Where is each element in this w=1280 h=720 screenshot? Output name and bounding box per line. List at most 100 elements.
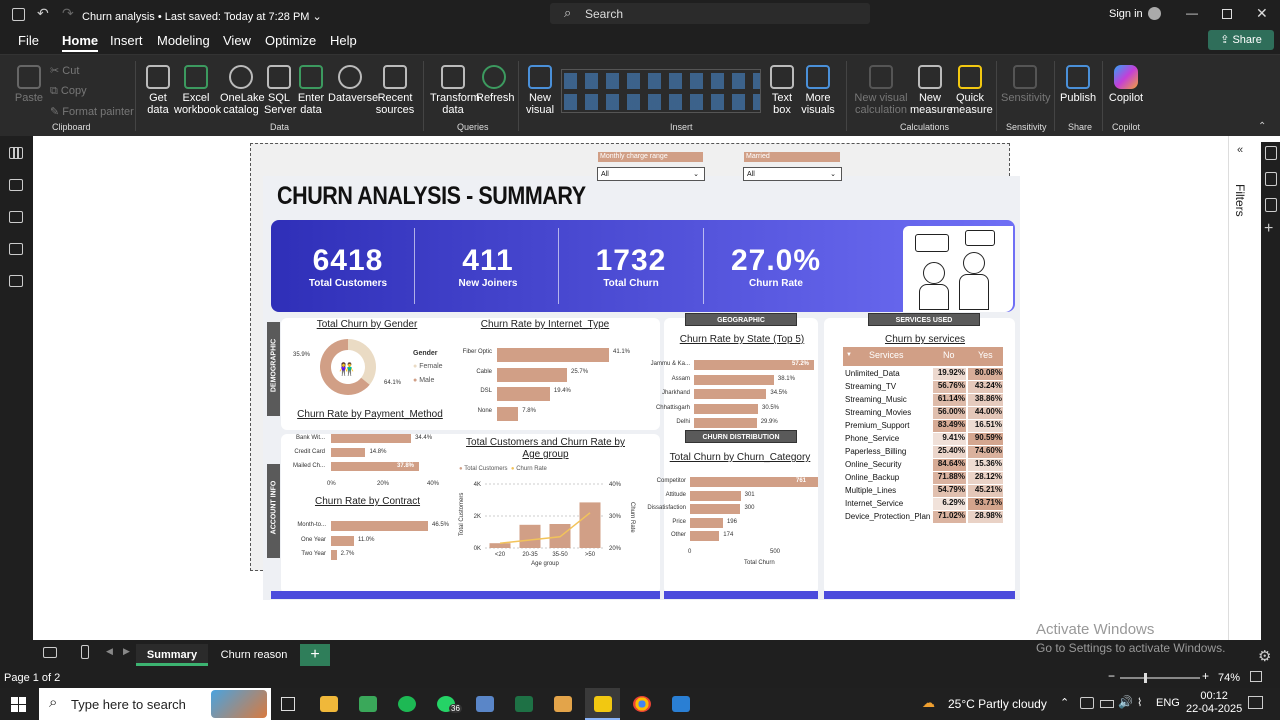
text-box-button[interactable]: Text box: [768, 65, 796, 116]
bar[interactable]: [497, 367, 568, 382]
services-row[interactable]: Phone_Service 9.41% 90.59%: [843, 433, 1003, 446]
volume-icon[interactable]: 🔊: [1118, 695, 1133, 709]
services-row[interactable]: Online_Backup 71.88% 28.12%: [843, 472, 1003, 485]
wifi-icon[interactable]: ⌇: [1137, 696, 1142, 709]
menu-modeling[interactable]: Modeling: [157, 33, 210, 48]
zoom-out-icon[interactable]: −: [1108, 669, 1115, 683]
age-bar[interactable]: [579, 502, 601, 548]
services-row[interactable]: Streaming_Movies 56.00% 44.00%: [843, 407, 1003, 420]
sql-server-button[interactable]: SQL Server: [264, 65, 296, 116]
services-row[interactable]: Internet_Service 6.29% 93.71%: [843, 498, 1003, 511]
menu-file[interactable]: File: [18, 33, 39, 48]
age-bar[interactable]: [489, 543, 511, 548]
onelake-catalog-button[interactable]: OneLake catalog: [220, 65, 265, 116]
new-visual-button[interactable]: New visual: [525, 65, 555, 116]
churn-rate-line[interactable]: [499, 512, 591, 544]
visuals-gallery[interactable]: [561, 69, 761, 113]
filters-label[interactable]: Filters: [1233, 184, 1247, 217]
copilot-button[interactable]: Copilot: [1107, 65, 1145, 104]
excel-workbook-button[interactable]: Excel workbook: [174, 65, 221, 116]
minimize-icon[interactable]: —: [1186, 6, 1198, 20]
bar[interactable]: [497, 406, 519, 421]
weather-text[interactable]: 25°C Partly cloudy: [948, 697, 1047, 711]
bar[interactable]: [690, 531, 720, 541]
redo-icon[interactable]: ↷: [62, 5, 74, 22]
bar[interactable]: [331, 434, 412, 443]
services-row[interactable]: Multiple_Lines 54.79% 45.21%: [843, 485, 1003, 498]
snip-tool-icon[interactable]: [554, 696, 572, 712]
recent-sources-button[interactable]: Recent sources: [374, 65, 416, 116]
maximize-icon[interactable]: [1222, 9, 1232, 19]
services-row[interactable]: Device_Protection_Plan 71.02% 28.98%: [843, 511, 1003, 524]
battery-icon[interactable]: [1100, 700, 1114, 708]
age-bar[interactable]: [519, 524, 541, 548]
tab-summary[interactable]: Summary: [136, 644, 208, 666]
save-icon[interactable]: [12, 8, 25, 21]
sign-in-link[interactable]: Sign in: [1109, 8, 1143, 20]
file-explorer-icon[interactable]: [320, 696, 338, 712]
services-row[interactable]: Premium_Support 83.49% 16.51%: [843, 420, 1003, 433]
zoom-slider[interactable]: [1120, 673, 1200, 683]
new-measure-button[interactable]: New measure: [910, 65, 953, 116]
bar[interactable]: [331, 535, 354, 546]
report-view-icon[interactable]: [9, 147, 23, 159]
menu-home[interactable]: Home: [62, 33, 99, 52]
mobile-layout-icon[interactable]: [81, 645, 89, 659]
add-pane-icon[interactable]: +: [1264, 220, 1273, 238]
settings-gear-icon[interactable]: ⚙: [1258, 647, 1271, 665]
menu-view[interactable]: View: [223, 33, 251, 48]
enter-data-button[interactable]: Enter data: [296, 65, 326, 116]
model-view-icon[interactable]: [9, 211, 23, 223]
bar[interactable]: [497, 387, 550, 401]
services-row[interactable]: Paperless_Billing 25.40% 74.60%: [843, 446, 1003, 459]
cut-button[interactable]: ✂ Cut: [50, 65, 79, 77]
bar[interactable]: [690, 490, 741, 501]
new-visual-calculation-button[interactable]: New visual calculation: [852, 65, 910, 116]
bar[interactable]: [331, 550, 337, 560]
chrome-icon[interactable]: [633, 696, 651, 712]
transform-data-button[interactable]: Transform data: [430, 65, 480, 116]
vpn-icon[interactable]: [476, 696, 494, 712]
format-pane-icon[interactable]: [1265, 146, 1277, 160]
dataverse-button[interactable]: Dataverse: [328, 65, 378, 104]
add-page-button[interactable]: +: [300, 644, 330, 666]
fit-page-icon[interactable]: [1250, 671, 1262, 682]
bar[interactable]: [497, 348, 609, 362]
build-visual-icon[interactable]: [1265, 198, 1277, 212]
zoom-in-icon[interactable]: +: [1202, 669, 1209, 683]
menu-optimize[interactable]: Optimize: [265, 33, 316, 48]
table-view-icon[interactable]: [9, 179, 23, 191]
power-bi-taskbar-item[interactable]: [585, 688, 620, 720]
tmdl-view-icon[interactable]: [9, 275, 23, 287]
bar[interactable]: [694, 418, 757, 428]
bar[interactable]: [331, 448, 366, 457]
tab-churn-reason[interactable]: Churn reason: [212, 644, 296, 666]
bar[interactable]: [690, 517, 723, 528]
next-page-icon[interactable]: ▶: [123, 646, 130, 657]
data-pane-icon[interactable]: [1265, 172, 1277, 186]
bar[interactable]: [694, 403, 758, 414]
prev-page-icon[interactable]: ◀: [106, 646, 113, 657]
refresh-button[interactable]: Refresh: [476, 65, 515, 104]
taskbar-search[interactable]: ⌕ Type here to search: [39, 688, 271, 720]
notifications-icon[interactable]: [1248, 696, 1263, 709]
close-icon[interactable]: ✕: [1256, 5, 1268, 22]
publish-button[interactable]: Publish: [1060, 65, 1096, 104]
slicer-monthly-charge-dropdown[interactable]: All ⌄: [597, 167, 705, 181]
services-row[interactable]: Unlimited_Data 19.92% 80.08%: [843, 368, 1003, 381]
user-avatar-icon[interactable]: [1148, 7, 1161, 20]
quick-measure-button[interactable]: Quick measure: [950, 65, 993, 116]
sort-desc-icon[interactable]: ▼: [846, 352, 852, 358]
chevron-left-icon[interactable]: «: [1237, 144, 1243, 156]
bar[interactable]: [694, 374, 774, 385]
network-icon[interactable]: [1080, 697, 1094, 709]
desktop-layout-icon[interactable]: [43, 647, 57, 658]
menu-insert[interactable]: Insert: [110, 33, 143, 48]
bar[interactable]: [694, 389, 767, 399]
windows-start-icon[interactable]: [11, 697, 26, 712]
teams-icon[interactable]: [359, 696, 377, 712]
copy-button[interactable]: ⧉ Copy: [50, 85, 87, 97]
task-view-icon[interactable]: [281, 697, 295, 711]
language-indicator[interactable]: ENG: [1156, 697, 1180, 709]
tray-expand-icon[interactable]: ⌃: [1060, 696, 1069, 709]
